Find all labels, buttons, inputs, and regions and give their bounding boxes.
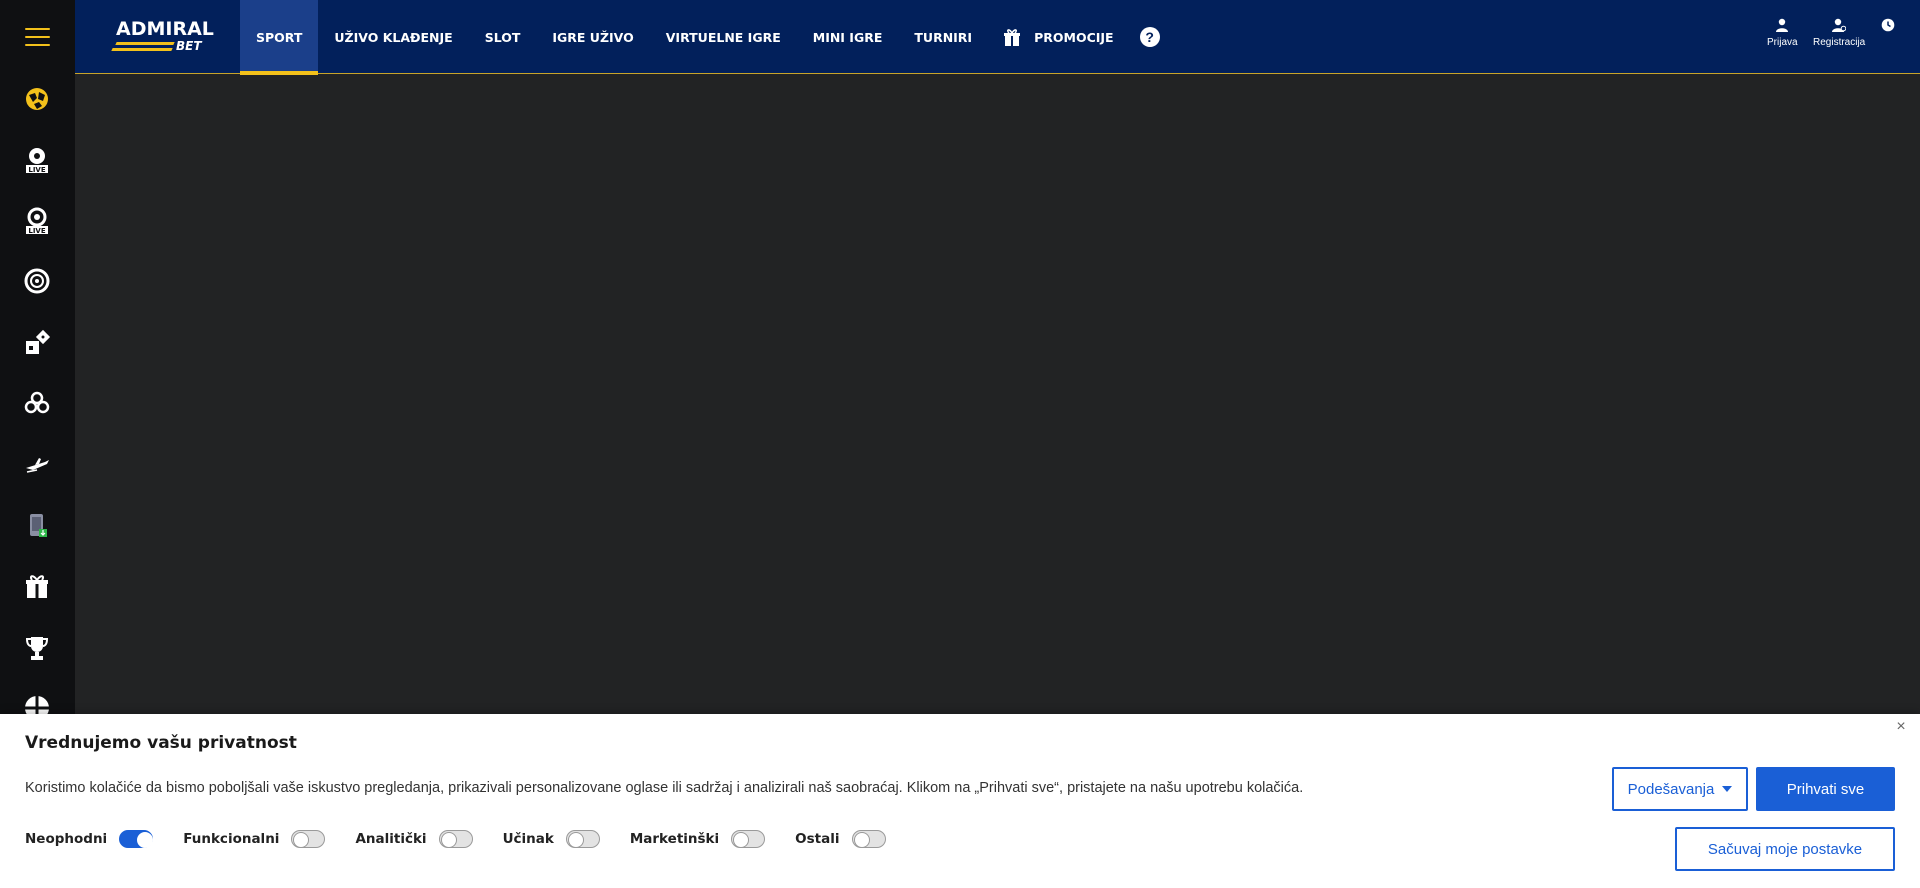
other-toggle[interactable] bbox=[851, 830, 886, 848]
nav-live-games[interactable]: IGRE UŽIVO bbox=[536, 0, 649, 74]
register-button[interactable]: Registracija bbox=[1813, 18, 1865, 48]
mini-games-icon[interactable] bbox=[22, 388, 52, 418]
nav-sport[interactable]: SPORT bbox=[240, 0, 319, 75]
category-marketing: Marketinški bbox=[630, 830, 766, 848]
menu-icon[interactable] bbox=[25, 28, 50, 48]
virtual-games-icon[interactable] bbox=[22, 328, 52, 358]
cookie-banner: × Vrednujemo vašu privatnost Koristimo k… bbox=[0, 714, 1920, 888]
nav-mini-games[interactable]: MINI IGRE bbox=[797, 0, 899, 74]
save-preferences-button[interactable]: Sačuvaj moje postavke bbox=[1675, 827, 1895, 871]
aviator-icon[interactable] bbox=[22, 449, 52, 479]
settings-button[interactable]: Podešavanja bbox=[1612, 767, 1748, 811]
close-icon[interactable]: × bbox=[1892, 718, 1910, 736]
gift-icon bbox=[1004, 29, 1021, 46]
nav-virtual-games[interactable]: VIRTUELNE IGRE bbox=[650, 0, 797, 74]
mobile-app-icon[interactable] bbox=[22, 510, 52, 540]
category-necessary: Neophodni bbox=[25, 830, 154, 848]
sport-icon[interactable] bbox=[22, 84, 52, 114]
svg-text:LIVE: LIVE bbox=[28, 227, 45, 235]
live-casino-icon[interactable]: LIVE bbox=[22, 206, 52, 236]
trophy-icon[interactable] bbox=[22, 633, 52, 663]
marketing-toggle[interactable] bbox=[731, 830, 766, 848]
user-icon bbox=[1776, 18, 1789, 32]
analytics-toggle[interactable] bbox=[438, 830, 473, 848]
cookie-categories: Neophodni Funkcionalni Analitički Učinak… bbox=[25, 830, 916, 848]
nav-promotions[interactable]: PROMOCIJE bbox=[988, 0, 1130, 74]
caret-down-icon bbox=[1722, 786, 1733, 792]
performance-toggle[interactable] bbox=[565, 830, 600, 848]
category-analytics: Analitički bbox=[355, 830, 473, 848]
nav-live-betting[interactable]: UŽIVO KLAĐENJE bbox=[318, 0, 468, 74]
cookie-text: Koristimo kolačiće da bismo poboljšali v… bbox=[25, 780, 1304, 796]
help-icon[interactable]: ? bbox=[1139, 27, 1160, 47]
top-header: ADMIRAL BET SPORT UŽIVO KLAĐENJE SLOT IG… bbox=[75, 0, 1920, 75]
category-performance: Učinak bbox=[503, 830, 600, 848]
category-functional: Funkcionalni bbox=[183, 830, 326, 848]
category-other: Ostali bbox=[795, 830, 886, 848]
main-nav: SPORT UŽIVO KLAĐENJE SLOT IGRE UŽIVO VIR… bbox=[240, 0, 1160, 75]
login-button[interactable]: Prijava bbox=[1767, 18, 1798, 48]
svg-text:LIVE: LIVE bbox=[28, 166, 45, 174]
cookie-title: Vrednujemo vašu privatnost bbox=[25, 733, 297, 753]
add-user-icon bbox=[1832, 18, 1847, 32]
nav-tournaments[interactable]: TURNIRI bbox=[898, 0, 988, 74]
clock-icon bbox=[1881, 18, 1895, 32]
nav-slot[interactable]: SLOT bbox=[469, 0, 537, 74]
necessary-toggle[interactable] bbox=[119, 830, 154, 848]
admiral-bet-logo[interactable]: ADMIRAL BET bbox=[110, 18, 220, 56]
functional-toggle[interactable] bbox=[291, 830, 326, 848]
live-sport-icon[interactable]: LIVE bbox=[22, 145, 52, 175]
clock-button[interactable] bbox=[1881, 18, 1895, 37]
accept-all-button[interactable]: Prihvati sve bbox=[1756, 767, 1895, 811]
gift-icon[interactable] bbox=[22, 571, 52, 601]
roulette-icon[interactable] bbox=[22, 266, 52, 296]
